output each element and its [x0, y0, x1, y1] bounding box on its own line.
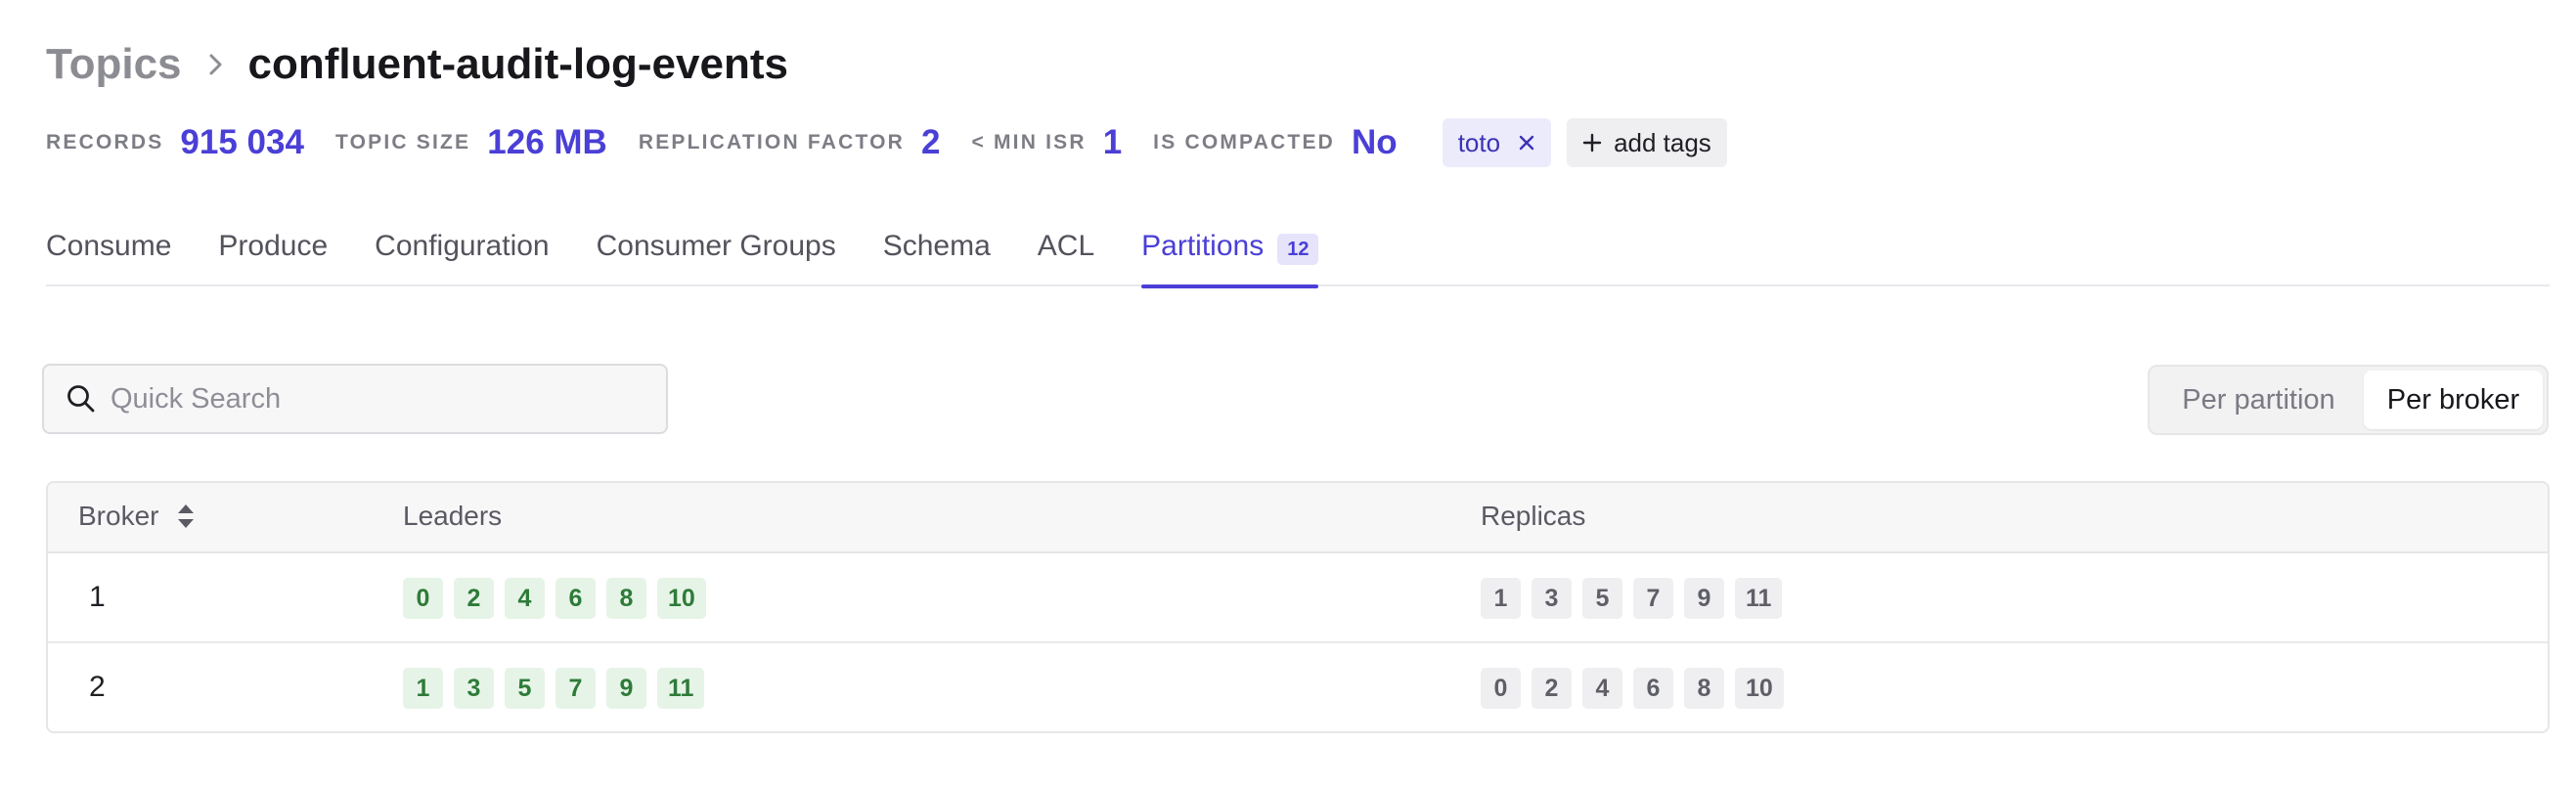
stat-min-isr: < MIN ISR 1	[971, 123, 1122, 162]
search-input[interactable]	[111, 382, 639, 416]
replica-partition-chip[interactable]: 1	[1481, 578, 1521, 619]
leader-partition-chip[interactable]: 0	[403, 578, 443, 619]
column-header-replicas: Replicas	[1481, 501, 1586, 531]
per-partition-option[interactable]: Per partition	[2154, 371, 2364, 429]
tab-acl[interactable]: ACL	[1038, 220, 1094, 286]
replica-partition-chip[interactable]: 4	[1582, 668, 1622, 709]
search-icon	[66, 383, 97, 415]
table-row: 1 0 2 4 6 8 10 1 3 5 7 9 11	[48, 553, 2548, 643]
leader-partition-chip[interactable]: 9	[606, 668, 646, 709]
stat-value: 915 034	[180, 123, 304, 161]
close-icon[interactable]	[1518, 134, 1535, 152]
stat-records: RECORDS 915 034	[46, 123, 304, 162]
table-header: Broker Leaders Replicas	[48, 483, 2548, 553]
column-header-leaders: Leaders	[403, 501, 503, 531]
replica-partition-chip[interactable]: 10	[1735, 668, 1784, 709]
stat-label: TOPIC SIZE	[334, 131, 471, 153]
broker-id: 2	[89, 671, 106, 703]
broker-id: 1	[89, 581, 106, 613]
chevron-right-icon	[205, 50, 227, 79]
leader-partition-chip[interactable]: 2	[454, 578, 494, 619]
replica-partition-chip[interactable]: 5	[1582, 578, 1622, 619]
replica-partition-chip[interactable]: 3	[1532, 578, 1572, 619]
add-tags-button[interactable]: add tags	[1567, 118, 1727, 167]
leader-partition-chip[interactable]: 11	[657, 668, 705, 709]
sort-icon[interactable]	[176, 503, 196, 530]
leader-partition-chip[interactable]: 6	[555, 578, 596, 619]
tab-produce[interactable]: Produce	[218, 220, 328, 286]
view-toggle: Per partition Per broker	[2148, 365, 2549, 435]
replica-partition-chip[interactable]: 2	[1532, 668, 1572, 709]
stat-label: IS COMPACTED	[1153, 131, 1336, 153]
leader-partition-chip[interactable]: 10	[657, 578, 706, 619]
stat-replication-factor: REPLICATION FACTOR 2	[639, 123, 941, 162]
tab-schema[interactable]: Schema	[883, 220, 991, 286]
leader-partition-chip[interactable]: 1	[403, 668, 443, 709]
topic-partitions-page: Topics confluent-audit-log-events RECORD…	[0, 0, 2576, 788]
breadcrumb: Topics confluent-audit-log-events	[46, 35, 788, 94]
add-tags-label: add tags	[1614, 127, 1711, 157]
brokers-table: Broker Leaders Replicas 1 0 2 4 6 8 10 1…	[46, 481, 2550, 733]
topic-tabs: Consume Produce Configuration Consumer G…	[46, 220, 2550, 288]
replica-partition-chip[interactable]: 11	[1735, 578, 1783, 619]
leader-partitions: 1 3 5 7 9 11	[403, 668, 715, 709]
stat-value: 1	[1102, 123, 1123, 161]
partition-count-badge: 12	[1277, 234, 1319, 265]
table-row: 2 1 3 5 7 9 11 0 2 4 6 8 10	[48, 643, 2548, 731]
tab-partitions[interactable]: Partitions 12	[1141, 220, 1319, 288]
stat-label: REPLICATION FACTOR	[638, 131, 905, 153]
column-header-broker[interactable]: Broker	[78, 501, 196, 532]
per-broker-option[interactable]: Per broker	[2363, 371, 2543, 429]
replica-partition-chip[interactable]: 0	[1481, 668, 1521, 709]
leader-partition-chip[interactable]: 5	[505, 668, 545, 709]
leader-partition-chip[interactable]: 3	[454, 668, 494, 709]
leader-partition-chip[interactable]: 7	[555, 668, 596, 709]
replica-partition-chip[interactable]: 8	[1684, 668, 1724, 709]
replica-partitions: 0 2 4 6 8 10	[1481, 668, 1795, 709]
tab-consumer-groups[interactable]: Consumer Groups	[597, 220, 836, 286]
stat-label: RECORDS	[46, 131, 164, 153]
stat-label: < MIN ISR	[971, 131, 1087, 153]
column-header-label: Broker	[78, 501, 159, 531]
stat-value: 2	[921, 123, 941, 161]
topic-stats: RECORDS 915 034 TOPIC SIZE 126 MB REPLIC…	[46, 115, 1727, 170]
leader-partitions: 0 2 4 6 8 10	[403, 578, 717, 619]
replica-partition-chip[interactable]: 9	[1684, 578, 1724, 619]
page-title: confluent-audit-log-events	[247, 40, 788, 88]
stat-topic-size: TOPIC SIZE 126 MB	[335, 123, 607, 162]
replica-partition-chip[interactable]: 7	[1633, 578, 1673, 619]
replica-partition-chip[interactable]: 6	[1633, 668, 1673, 709]
plus-icon	[1582, 133, 1602, 153]
stat-value: No	[1352, 123, 1398, 161]
leader-partition-chip[interactable]: 8	[606, 578, 646, 619]
tag-label: toto	[1457, 127, 1501, 157]
tab-consume[interactable]: Consume	[46, 220, 171, 286]
leader-partition-chip[interactable]: 4	[505, 578, 545, 619]
tag-chip: toto	[1442, 118, 1552, 167]
stat-is-compacted: IS COMPACTED No	[1153, 123, 1398, 162]
stat-value: 126 MB	[487, 123, 607, 161]
tab-configuration[interactable]: Configuration	[375, 220, 549, 286]
breadcrumb-topics-link[interactable]: Topics	[46, 40, 182, 89]
quick-search	[42, 364, 668, 434]
tab-label: Partitions	[1141, 230, 1265, 262]
replica-partitions: 1 3 5 7 9 11	[1481, 578, 1793, 619]
